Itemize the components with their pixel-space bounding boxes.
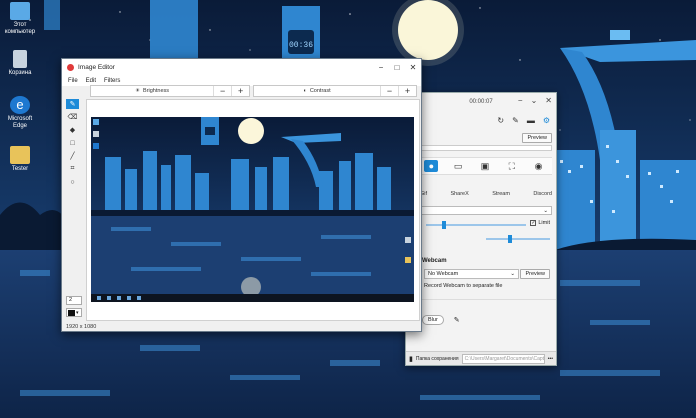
source-input[interactable]	[418, 145, 552, 151]
maximize-icon[interactable]: □	[389, 59, 405, 75]
separate-file-checkbox-label[interactable]: Record Webcam to separate file	[424, 283, 502, 289]
more-options-button[interactable]: •••	[548, 356, 553, 362]
folder-icon	[10, 146, 30, 164]
app-logo-icon	[67, 63, 74, 71]
webcam-preview-button[interactable]: Preview	[520, 269, 550, 279]
contrast-label: Contrast	[309, 88, 331, 94]
quality-slider[interactable]	[426, 221, 526, 229]
minimize-icon[interactable]: −	[518, 96, 523, 105]
brightness-label: Brightness	[143, 88, 170, 94]
chevron-down-icon: ⌄	[543, 208, 548, 214]
desktop-icon-recycle-bin[interactable]: Корзина	[2, 50, 38, 77]
desktop-icon-this-pc[interactable]: Этот компьютер	[2, 2, 38, 36]
crop-icon[interactable]: ⌗	[66, 164, 79, 174]
brightness-increase-button[interactable]: +	[231, 86, 249, 96]
menu-filters[interactable]: Filters	[104, 78, 120, 84]
color-picker[interactable]: ▾	[66, 308, 82, 317]
folder-open-icon[interactable]: ▬	[527, 116, 535, 125]
tab-discord[interactable]: Discord	[533, 191, 552, 197]
capture-footer: ▮ Папка сохранения C:\Users\Margaret\Doc…	[406, 351, 556, 365]
editor-title: Image Editor	[78, 63, 115, 71]
gamepad-mode-icon[interactable]: ◉	[532, 160, 546, 172]
eraser-fill-icon[interactable]: ◆	[66, 125, 79, 135]
capture-window: 00:00:07 − ⌄ ✕ ↻ ✎ ▬ ⚙ Preview ● ▭ ▣ ⛶ ◉…	[405, 92, 557, 366]
tab-stream[interactable]: Stream	[492, 191, 510, 197]
computer-icon	[10, 2, 30, 20]
ellipse-icon[interactable]: ○	[66, 177, 79, 187]
folder-label: Папка сохранения	[415, 355, 459, 362]
image-size-status: 1920 x 1080	[66, 324, 97, 330]
tab-sharex[interactable]: ShareX	[450, 191, 468, 197]
contrast-decrease-button[interactable]: −	[380, 86, 398, 96]
chevron-down-icon: ▾	[76, 309, 79, 316]
collapse-icon[interactable]: ⌄	[531, 96, 538, 105]
brush-size-input[interactable]: 2	[66, 296, 82, 305]
output-tabs: Gif ShareX Stream Discord	[420, 191, 552, 197]
close-icon[interactable]: ✕	[405, 59, 421, 75]
capture-timer: 00:00:07	[469, 99, 493, 105]
webcam-select[interactable]: No Webcam ⌄	[424, 269, 519, 279]
monitor-mode-icon[interactable]: ▭	[451, 160, 465, 172]
minimize-icon[interactable]: −	[373, 59, 389, 75]
region-mode-icon[interactable]: ⛶	[505, 160, 519, 172]
output-format-select[interactable]: ⌄	[416, 206, 552, 215]
desktop-icon-edge[interactable]: e Microsoft Edge	[2, 96, 38, 130]
fps-slider[interactable]	[486, 235, 550, 243]
brush-icon[interactable]: ✎	[512, 116, 519, 125]
edge-icon: e	[10, 96, 30, 114]
menu-file[interactable]: File	[68, 78, 78, 84]
color-swatch	[68, 309, 75, 316]
divider	[406, 299, 556, 300]
chevron-down-icon: ⌄	[510, 271, 515, 277]
capture-titlebar: 00:00:07 − ⌄ ✕	[406, 93, 556, 111]
pen-icon[interactable]: ✎	[454, 316, 460, 324]
preview-button[interactable]: Preview	[522, 133, 552, 143]
blur-button[interactable]: Blur	[422, 315, 444, 325]
window-mode-icon[interactable]: ▣	[478, 160, 492, 172]
refresh-icon[interactable]: ↻	[497, 116, 504, 125]
brightness-control: ☀ Brightness − +	[90, 85, 251, 97]
line-icon[interactable]: ╱	[66, 151, 79, 161]
editor-tool-palette: ✎ ⌫ ◆ □ ╱ ⌗ ○	[66, 99, 79, 187]
recycle-bin-icon	[13, 50, 27, 68]
contrast-control: ◐ Contrast − +	[253, 85, 417, 97]
desktop-icon-label: Этот компьютер	[4, 22, 36, 35]
checkbox-checked-icon: ✓	[530, 220, 537, 226]
edited-screenshot-image	[91, 117, 414, 302]
desktop-icon-label: Microsoft Edge	[7, 116, 33, 129]
close-icon[interactable]: ✕	[545, 96, 552, 105]
webcam-select-value: No Webcam	[428, 271, 459, 277]
sun-icon: ☀	[135, 88, 141, 94]
editor-canvas[interactable]	[86, 99, 420, 321]
brush-size-value: 2	[69, 297, 73, 303]
desktop-icon-label: Корзина	[8, 70, 32, 76]
image-editor-window: Image Editor − □ ✕ File Edit Filters ☀ B…	[61, 58, 422, 332]
rectangle-icon[interactable]: □	[66, 138, 79, 148]
brightness-decrease-button[interactable]: −	[213, 86, 231, 96]
quality-slider-thumb[interactable]	[442, 221, 446, 229]
desktop-icon-tester[interactable]: Tester	[2, 146, 38, 173]
output-folder-path[interactable]: C:\Users\Margaret\Documents\Captura	[461, 353, 545, 364]
menu-edit[interactable]: Edit	[86, 78, 96, 84]
desktop-icon-label: Tester	[11, 166, 29, 172]
settings-gear-icon[interactable]: ⚙	[543, 116, 550, 125]
capture-toolbar: ↻ ✎ ▬ ⚙	[406, 113, 556, 127]
editor-titlebar: Image Editor − □ ✕	[62, 59, 421, 75]
adjustment-toolbar: ☀ Brightness − + ◐ Contrast − +	[90, 85, 417, 97]
limit-checkbox[interactable]: ✓ Limit	[530, 220, 550, 226]
eraser-icon[interactable]: ⌫	[66, 112, 79, 122]
limit-label: Limit	[538, 220, 550, 226]
contrast-increase-button[interactable]: +	[398, 86, 416, 96]
wallpaper-clock: 00:36	[289, 41, 313, 50]
folder-icon: ▮	[409, 355, 413, 363]
capture-mode-bar: ● ▭ ▣ ⛶ ◉	[418, 157, 552, 175]
pencil-icon[interactable]: ✎	[66, 99, 79, 109]
fps-slider-thumb[interactable]	[508, 235, 512, 243]
contrast-icon: ◐	[303, 88, 307, 94]
webcam-section-title: Webcam	[422, 258, 447, 264]
screen-mode-icon[interactable]: ●	[424, 160, 439, 172]
screenshot-thumbnail	[91, 117, 414, 302]
